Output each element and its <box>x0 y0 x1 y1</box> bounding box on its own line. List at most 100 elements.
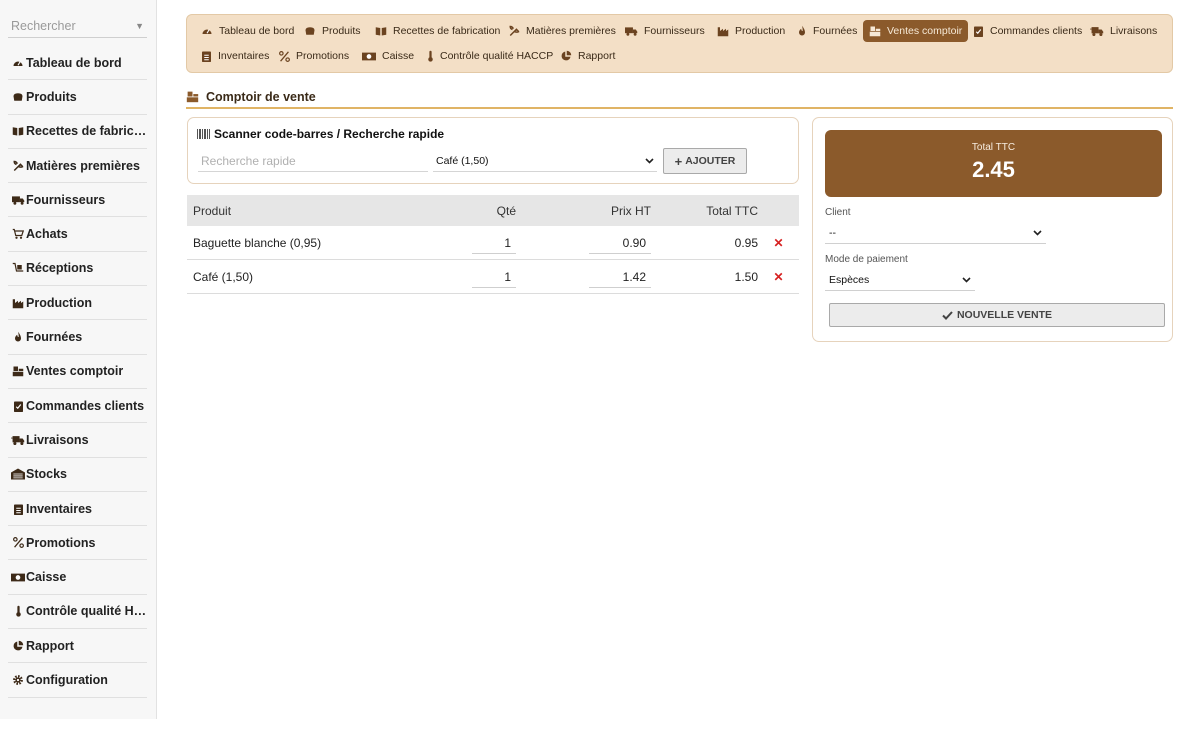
add-button[interactable]: + AJOUTER <box>663 148 747 174</box>
qty-input[interactable]: 1 <box>472 232 516 254</box>
chevron-down-icon <box>1033 229 1042 236</box>
cart-icon <box>10 228 26 240</box>
tab[interactable]: Commandes clients <box>967 20 1088 42</box>
sidebar-item-label: Contrôle qualité HACCP <box>26 604 147 619</box>
sidebar-item[interactable]: Fournées <box>8 320 147 355</box>
sidebar-item[interactable]: Achats <box>8 217 147 252</box>
flame-icon <box>10 331 26 343</box>
sidebar-item[interactable]: Promotions <box>8 526 147 561</box>
sidebar-item[interactable]: Inventaires <box>8 492 147 527</box>
bread-icon <box>10 91 26 103</box>
wheat-icon <box>508 25 520 37</box>
tab-label: Tableau de bord <box>219 25 295 37</box>
money-bill-icon <box>10 572 26 583</box>
new-sale-button[interactable]: NOUVELLE VENTE <box>829 303 1165 327</box>
clipboard-list-icon <box>10 503 26 515</box>
sidebar-item[interactable]: Matières premières <box>8 149 147 184</box>
percent-icon <box>279 50 290 62</box>
barcode-icon <box>197 129 210 139</box>
sidebar-item-label: Produits <box>26 89 77 104</box>
row-qty: 1 <box>423 266 516 288</box>
tab[interactable]: Inventaires <box>195 45 275 67</box>
sidebar-item[interactable]: Réceptions <box>8 252 147 287</box>
tab[interactable]: Livraisons <box>1084 20 1163 42</box>
sidebar-item[interactable]: Tableau de bord <box>8 46 147 81</box>
tab-label: Caisse <box>382 50 415 62</box>
tab[interactable]: Production <box>711 20 791 42</box>
sidebar-item[interactable]: Rapport <box>8 629 147 664</box>
tab-label: Fournées <box>813 25 858 37</box>
sidebar-item[interactable]: Stocks <box>8 458 147 492</box>
payment-select[interactable]: Espèces <box>825 269 975 291</box>
sidebar-item-label: Fournées <box>26 330 83 345</box>
sidebar-item-label: Caisse <box>26 570 67 585</box>
sidebar-item-label: Ventes comptoir <box>26 364 124 379</box>
sale-summary-panel: Total TTC 2.45 Client -- Mode de paiemen… <box>812 117 1173 342</box>
sidebar-item-label: Promotions <box>26 535 96 550</box>
price-input[interactable]: 0.90 <box>589 232 651 254</box>
sidebar-item[interactable]: Caisse <box>8 560 147 595</box>
module-tab-bar: Tableau de bord Produits Recettes de fabri… <box>186 14 1173 73</box>
sidebar-item-label: Inventaires <box>26 501 93 516</box>
table-row: Baguette blanche (0,95) 1 0.90 0.95 ✕ <box>187 226 799 260</box>
tab[interactable]: Matières premières <box>502 20 622 42</box>
sidebar-item-label: Configuration <box>26 672 108 687</box>
cash-register-icon <box>869 25 881 37</box>
client-select[interactable]: -- <box>825 222 1046 244</box>
table-row: Café (1,50) 1 1.42 1.50 ✕ <box>187 260 799 294</box>
sidebar-item[interactable]: Produits <box>8 80 147 115</box>
payment-select-value: Espèces <box>829 273 870 286</box>
tab[interactable]: Rapport <box>554 45 621 67</box>
sidebar-item[interactable]: Recettes de fabrication <box>8 115 147 149</box>
payment-label: Mode de paiement <box>825 254 908 265</box>
row-qty: 1 <box>423 232 516 254</box>
tab[interactable]: Promotions <box>273 45 355 67</box>
sidebar-item[interactable]: Ventes comptoir <box>8 355 147 389</box>
sidebar-item[interactable]: Fournisseurs <box>8 183 147 218</box>
dolly-icon <box>10 262 26 274</box>
truck-icon <box>625 25 638 37</box>
tab[interactable]: Caisse <box>356 45 420 67</box>
tab[interactable]: Tableau de bord <box>195 20 300 42</box>
tab[interactable]: Contrôle qualité HACCP <box>421 45 559 67</box>
sidebar-item[interactable]: Contrôle qualité HACCP <box>8 595 147 630</box>
sidebar-item[interactable]: Livraisons <box>8 423 147 458</box>
tab[interactable]: Ventes comptoir <box>863 20 969 42</box>
sidebar-item-label: Matières premières <box>26 158 140 173</box>
delete-icon[interactable]: ✕ <box>758 270 799 284</box>
sidebar-item-label: Rapport <box>26 638 74 653</box>
thermometer-icon <box>10 605 26 618</box>
qty-input[interactable]: 1 <box>472 266 516 288</box>
tab[interactable]: Produits <box>298 20 367 42</box>
client-select-value: -- <box>829 226 836 239</box>
warehouse-icon <box>10 468 26 480</box>
wheat-icon <box>10 160 26 172</box>
row-product: Café (1,50) <box>193 269 254 284</box>
chart-pie-icon <box>10 640 26 652</box>
quick-search-input[interactable] <box>198 150 428 172</box>
price-input[interactable]: 1.42 <box>589 266 651 288</box>
product-select[interactable]: Café (1,50) <box>433 150 657 172</box>
sidebar-item[interactable]: Configuration <box>8 663 147 698</box>
tab[interactable]: Fournisseurs <box>619 20 711 42</box>
delete-icon[interactable]: ✕ <box>758 236 799 250</box>
sidebar-item-label: Production <box>26 295 92 310</box>
sidebar-item-label: Achats <box>26 227 68 242</box>
tab[interactable]: Recettes de fabrication <box>369 20 506 42</box>
tab-label: Recettes de fabrication <box>393 25 501 37</box>
col-total: Total TTC <box>706 203 758 218</box>
tab[interactable]: Fournées <box>791 20 863 42</box>
sidebar-search[interactable]: Rechercher ▼ <box>8 14 147 38</box>
sidebar-item-label: Recettes de fabrication <box>26 124 147 139</box>
sidebar-item[interactable]: Production <box>8 286 147 321</box>
col-qty: Qté <box>496 203 516 218</box>
sidebar-item[interactable]: Commandes clients <box>8 389 147 424</box>
sidebar-item-label: Tableau de bord <box>26 55 122 70</box>
sidebar-item-label: Réceptions <box>26 261 94 276</box>
sidebar-item-label: Fournisseurs <box>26 192 106 207</box>
thermometer-icon <box>427 50 434 62</box>
cart-header: Produit Qté Prix HT Total TTC <box>187 195 799 226</box>
factory-icon <box>10 297 26 309</box>
clipboard-check-icon <box>10 400 26 412</box>
flame-icon <box>797 25 807 37</box>
